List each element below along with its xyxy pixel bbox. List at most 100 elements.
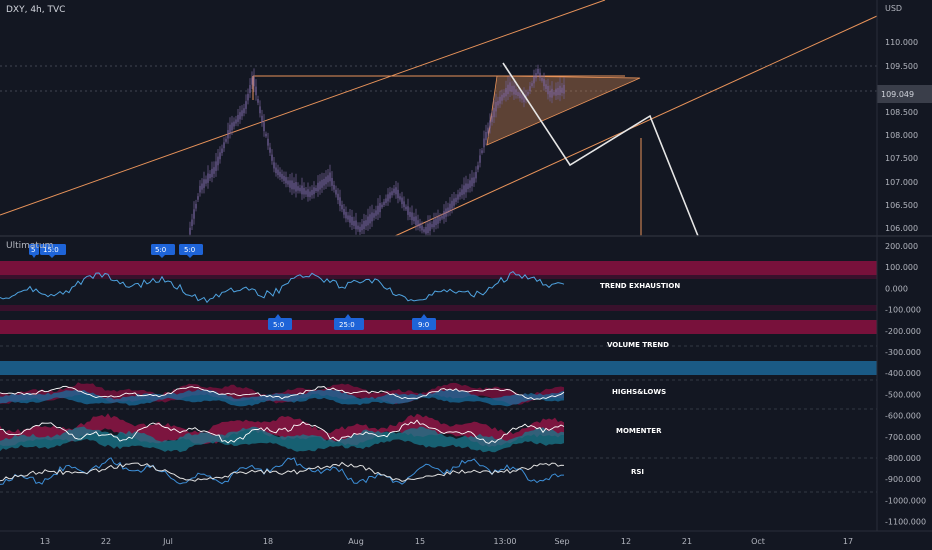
candle-body bbox=[459, 192, 461, 197]
time-tick: Jul bbox=[162, 537, 173, 546]
candle-body bbox=[283, 175, 285, 181]
candle-body bbox=[437, 216, 439, 224]
candle-body bbox=[223, 142, 225, 149]
indicator-title[interactable]: Ultimatum bbox=[6, 241, 53, 251]
candle-body bbox=[443, 210, 445, 219]
band-bottom-fade bbox=[0, 305, 877, 311]
candle-body bbox=[255, 86, 257, 96]
time-tick: 15 bbox=[415, 537, 425, 546]
candle-body bbox=[267, 138, 269, 146]
candle-body bbox=[393, 188, 395, 193]
candle-body bbox=[511, 85, 513, 92]
candle-body bbox=[521, 94, 523, 100]
indicator-tick: 0.000 bbox=[885, 284, 908, 293]
candle-body bbox=[361, 224, 363, 231]
chart-canvas[interactable]: USD 110.000 109.500 108.500 108.000 107.500 1… bbox=[0, 0, 932, 550]
candle-body bbox=[313, 187, 315, 195]
candle-body bbox=[199, 185, 201, 193]
indicator-tick: 100.000 bbox=[885, 263, 918, 272]
time-tick: 13 bbox=[40, 537, 50, 546]
label-highs-lows: HIGHS&LOWS bbox=[612, 388, 666, 396]
candle-body bbox=[259, 106, 261, 114]
time-tick: 13:00 bbox=[493, 537, 516, 546]
candle-body bbox=[281, 173, 283, 179]
candle-body bbox=[289, 180, 291, 188]
candle-body bbox=[271, 154, 273, 161]
candle-body bbox=[451, 200, 453, 209]
candle-body bbox=[449, 203, 451, 212]
candle-body bbox=[371, 212, 373, 222]
candle-body bbox=[249, 85, 251, 93]
candle-body bbox=[505, 88, 507, 97]
candle-body bbox=[401, 197, 403, 205]
candle-body bbox=[493, 108, 495, 118]
candle-body bbox=[347, 215, 349, 220]
indicator-tick: -100.000 bbox=[885, 306, 921, 315]
candle-body bbox=[429, 222, 431, 231]
candle-body bbox=[555, 88, 557, 96]
candle-body bbox=[543, 79, 545, 87]
candle-body bbox=[191, 219, 193, 227]
candle-body bbox=[517, 91, 519, 96]
price-tick: 109.500 bbox=[885, 62, 918, 71]
indicator-tick: -400.000 bbox=[885, 369, 921, 378]
candle-body bbox=[253, 76, 255, 87]
price-tick: 106.000 bbox=[885, 224, 918, 233]
candle-body bbox=[405, 206, 407, 210]
candle-body bbox=[273, 162, 275, 169]
candle-body bbox=[419, 223, 421, 229]
candle-body bbox=[213, 167, 215, 174]
candle-body bbox=[299, 187, 301, 192]
candle-body bbox=[527, 91, 529, 95]
candle-body bbox=[209, 173, 211, 179]
candle-body bbox=[467, 183, 469, 190]
candle-body bbox=[221, 148, 223, 154]
candle-body bbox=[307, 189, 309, 197]
time-tick: Oct bbox=[751, 537, 765, 546]
candle-body bbox=[237, 115, 239, 122]
candle-body bbox=[385, 198, 387, 203]
candle-body bbox=[305, 190, 307, 195]
candle-body bbox=[465, 183, 467, 193]
time-tick: 21 bbox=[682, 537, 692, 546]
candle-body bbox=[215, 161, 217, 171]
candle-body bbox=[375, 210, 377, 216]
label-volume-trend: VOLUME TREND bbox=[607, 341, 669, 349]
candle-body bbox=[325, 176, 327, 185]
candle-body bbox=[507, 84, 509, 95]
candle-body bbox=[279, 171, 281, 177]
candle-body bbox=[447, 207, 449, 214]
candle-body bbox=[435, 218, 437, 226]
candle-body bbox=[421, 225, 423, 231]
candle-body bbox=[231, 122, 233, 131]
svg-text:25:0: 25:0 bbox=[339, 321, 355, 329]
symbol-title[interactable]: DXY, 4h, TVC bbox=[6, 5, 65, 15]
candle-body bbox=[363, 220, 365, 230]
candle-body bbox=[541, 77, 543, 81]
band-bottom-red bbox=[0, 320, 877, 334]
candle-body bbox=[391, 191, 393, 196]
price-tick: 108.000 bbox=[885, 131, 918, 140]
indicator-tick: 200.000 bbox=[885, 242, 918, 251]
candle-body bbox=[487, 127, 489, 134]
candle-body bbox=[343, 208, 345, 215]
candle-body bbox=[423, 229, 425, 232]
candle-body bbox=[317, 182, 319, 192]
candle-body bbox=[189, 227, 191, 235]
candle-body bbox=[427, 223, 429, 234]
candle-body bbox=[243, 108, 245, 114]
candle-body bbox=[201, 183, 203, 190]
candle-body bbox=[531, 83, 533, 86]
candle-body bbox=[211, 168, 213, 178]
candle-body bbox=[403, 201, 405, 208]
time-tick: Aug bbox=[348, 537, 364, 546]
candle-body bbox=[327, 175, 329, 183]
candle-body bbox=[481, 150, 483, 153]
label-trend-exhaustion: TREND EXHAUSTION bbox=[600, 282, 680, 290]
candle-body bbox=[379, 203, 381, 213]
candle-body bbox=[301, 185, 303, 195]
candle-body bbox=[245, 101, 247, 109]
price-tick: 106.500 bbox=[885, 201, 918, 210]
candle-body bbox=[457, 194, 459, 200]
time-tick: 18 bbox=[263, 537, 273, 546]
